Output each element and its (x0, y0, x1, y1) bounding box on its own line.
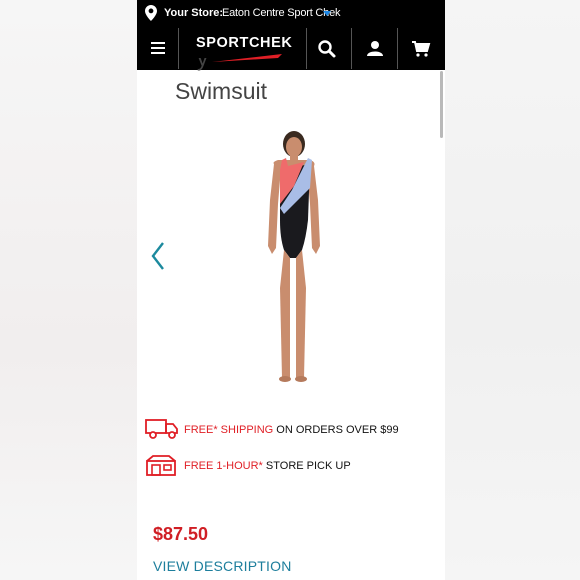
product-image[interactable] (232, 128, 352, 384)
promo-pickup-text: STORE PICK UP (262, 460, 351, 472)
product-title: Swimsuit (175, 78, 268, 104)
promo-shipping-highlight: FREE* SHIPPING (184, 424, 274, 436)
caret-down-icon[interactable] (323, 11, 331, 16)
store-bar[interactable]: Your Store: Eaton Centre Sport Chek (137, 0, 445, 27)
store-pickup-icon (146, 455, 176, 476)
store-label: Your Store: (164, 7, 224, 19)
logo-text: SPORTCHEK (196, 35, 293, 51)
search-icon[interactable] (317, 39, 337, 59)
menu-icon[interactable] (151, 42, 165, 54)
scrollbar[interactable] (440, 71, 443, 138)
truck-icon (145, 419, 178, 439)
cart-icon[interactable] (411, 39, 431, 59)
account-icon[interactable] (365, 39, 385, 59)
product-price: $87.50 (153, 524, 209, 544)
background-right (445, 0, 580, 580)
location-pin-icon (145, 5, 157, 21)
phone-screen: Your Store: Eaton Centre Sport Chek SPOR… (137, 0, 445, 580)
background-left (0, 0, 137, 580)
nav-divider (178, 28, 179, 69)
view-description-link[interactable]: VIEW DESCRIPTION (153, 558, 292, 574)
nav-divider (351, 28, 352, 69)
chevron-left-icon[interactable] (149, 240, 167, 272)
product-title-cut: y (197, 58, 208, 71)
nav-divider (397, 28, 398, 69)
promo-shipping-text: ON ORDERS OVER $99 (273, 424, 399, 436)
promo-pickup-highlight: FREE 1-HOUR* (184, 460, 263, 472)
